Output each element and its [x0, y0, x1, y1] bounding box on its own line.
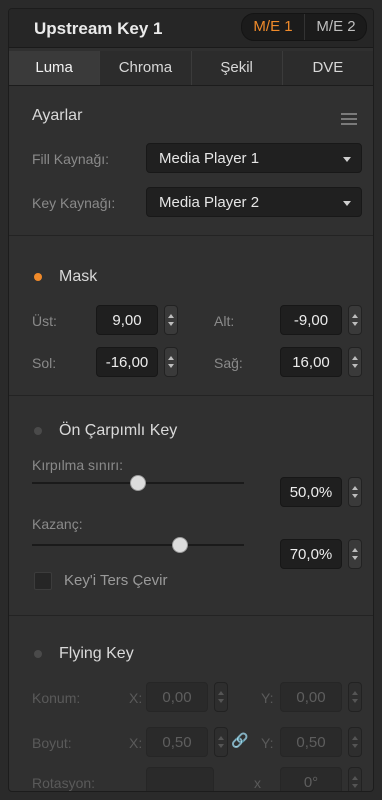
key-source-label: Key Kaynağı:	[32, 195, 116, 211]
chevron-down-icon	[343, 201, 351, 206]
mask-left-field[interactable]: -16,00	[96, 347, 158, 377]
chevron-down-icon	[343, 157, 351, 162]
mask-left-label: Sol:	[32, 355, 57, 371]
gain-slider-track[interactable]	[32, 544, 244, 546]
gain-label: Kazanç:	[32, 516, 83, 532]
premult-enable-indicator[interactable]	[34, 427, 42, 435]
me-selector: M/E 1 M/E 2	[241, 13, 367, 41]
size-x-label: X:	[129, 735, 143, 751]
mask-top-label: Üst:	[32, 313, 57, 329]
upstream-key-panel: Upstream Key 1 M/E 1 M/E 2 Luma Chroma Ş…	[8, 8, 374, 792]
mask-right-stepper[interactable]	[348, 347, 362, 377]
clip-stepper[interactable]	[348, 477, 362, 507]
mask-right-field[interactable]: 16,00	[280, 347, 342, 377]
rotation-field[interactable]: 0°	[280, 767, 342, 791]
mask-enable-indicator[interactable]	[34, 273, 42, 281]
mask-top-field[interactable]: 9,00	[96, 305, 158, 335]
position-y-label: Y:	[261, 690, 274, 706]
tab-chroma[interactable]: Chroma	[100, 51, 192, 85]
key-source-value: Media Player 2	[159, 194, 260, 211]
flying-key-enable-indicator[interactable]	[34, 650, 42, 658]
fill-source-dropdown[interactable]: Media Player 1	[146, 143, 362, 173]
invert-key-label: Key'i Ters Çevir	[64, 572, 168, 589]
size-x-stepper[interactable]	[214, 727, 228, 757]
fill-source-value: Media Player 1	[159, 150, 260, 167]
mask-bottom-stepper[interactable]	[348, 305, 362, 335]
size-y-label: Y:	[261, 735, 274, 751]
rotation-label: Rotasyon:	[32, 775, 96, 791]
key-source-dropdown[interactable]: Media Player 2	[146, 187, 362, 217]
position-label: Konum:	[32, 690, 81, 706]
gain-field[interactable]: 70,0%	[280, 539, 342, 569]
premult-title: Ön Çarpımlı Key	[59, 422, 178, 439]
position-x-label: X:	[129, 690, 143, 706]
clip-slider-knob[interactable]	[130, 475, 146, 491]
fill-source-label: Fill Kaynağı:	[32, 151, 110, 167]
mask-title: Mask	[59, 268, 98, 285]
panel-header: Upstream Key 1 M/E 1 M/E 2	[9, 9, 373, 48]
key-type-tabs: Luma Chroma Şekil DVE	[9, 51, 373, 86]
link-icon[interactable]: 🔗	[231, 732, 248, 749]
rotation-stepper[interactable]	[348, 767, 362, 791]
clip-label: Kırpılma sınırı:	[32, 457, 124, 473]
size-x-field[interactable]: 0,50	[146, 727, 208, 757]
panel-title: Upstream Key 1	[34, 19, 163, 38]
tab-dve[interactable]: DVE	[282, 51, 373, 85]
clip-field[interactable]: 50,0%	[280, 477, 342, 507]
rotation-x-label: x	[254, 775, 261, 791]
tab-pattern[interactable]: Şekil	[191, 51, 283, 85]
mask-top-stepper[interactable]	[164, 305, 178, 335]
size-y-stepper[interactable]	[348, 727, 362, 757]
me2-button[interactable]: M/E 2	[304, 14, 367, 40]
menu-icon[interactable]	[341, 113, 357, 125]
position-y-stepper[interactable]	[348, 682, 362, 712]
mask-left-stepper[interactable]	[164, 347, 178, 377]
settings-title: Ayarlar	[32, 107, 83, 124]
me1-button[interactable]: M/E 1	[242, 14, 304, 40]
mask-bottom-label: Alt:	[214, 313, 235, 329]
size-label: Boyut:	[32, 735, 72, 751]
invert-key-checkbox[interactable]	[34, 572, 52, 590]
rotation-field-blank[interactable]	[146, 767, 214, 791]
position-y-field[interactable]: 0,00	[280, 682, 342, 712]
gain-stepper[interactable]	[348, 539, 362, 569]
position-x-field[interactable]: 0,00	[146, 682, 208, 712]
size-y-field[interactable]: 0,50	[280, 727, 342, 757]
flying-key-title: Flying Key	[59, 645, 134, 662]
position-x-stepper[interactable]	[214, 682, 228, 712]
tab-luma[interactable]: Luma	[9, 51, 101, 85]
mask-right-label: Sağ:	[214, 355, 243, 371]
mask-bottom-field[interactable]: -9,00	[280, 305, 342, 335]
